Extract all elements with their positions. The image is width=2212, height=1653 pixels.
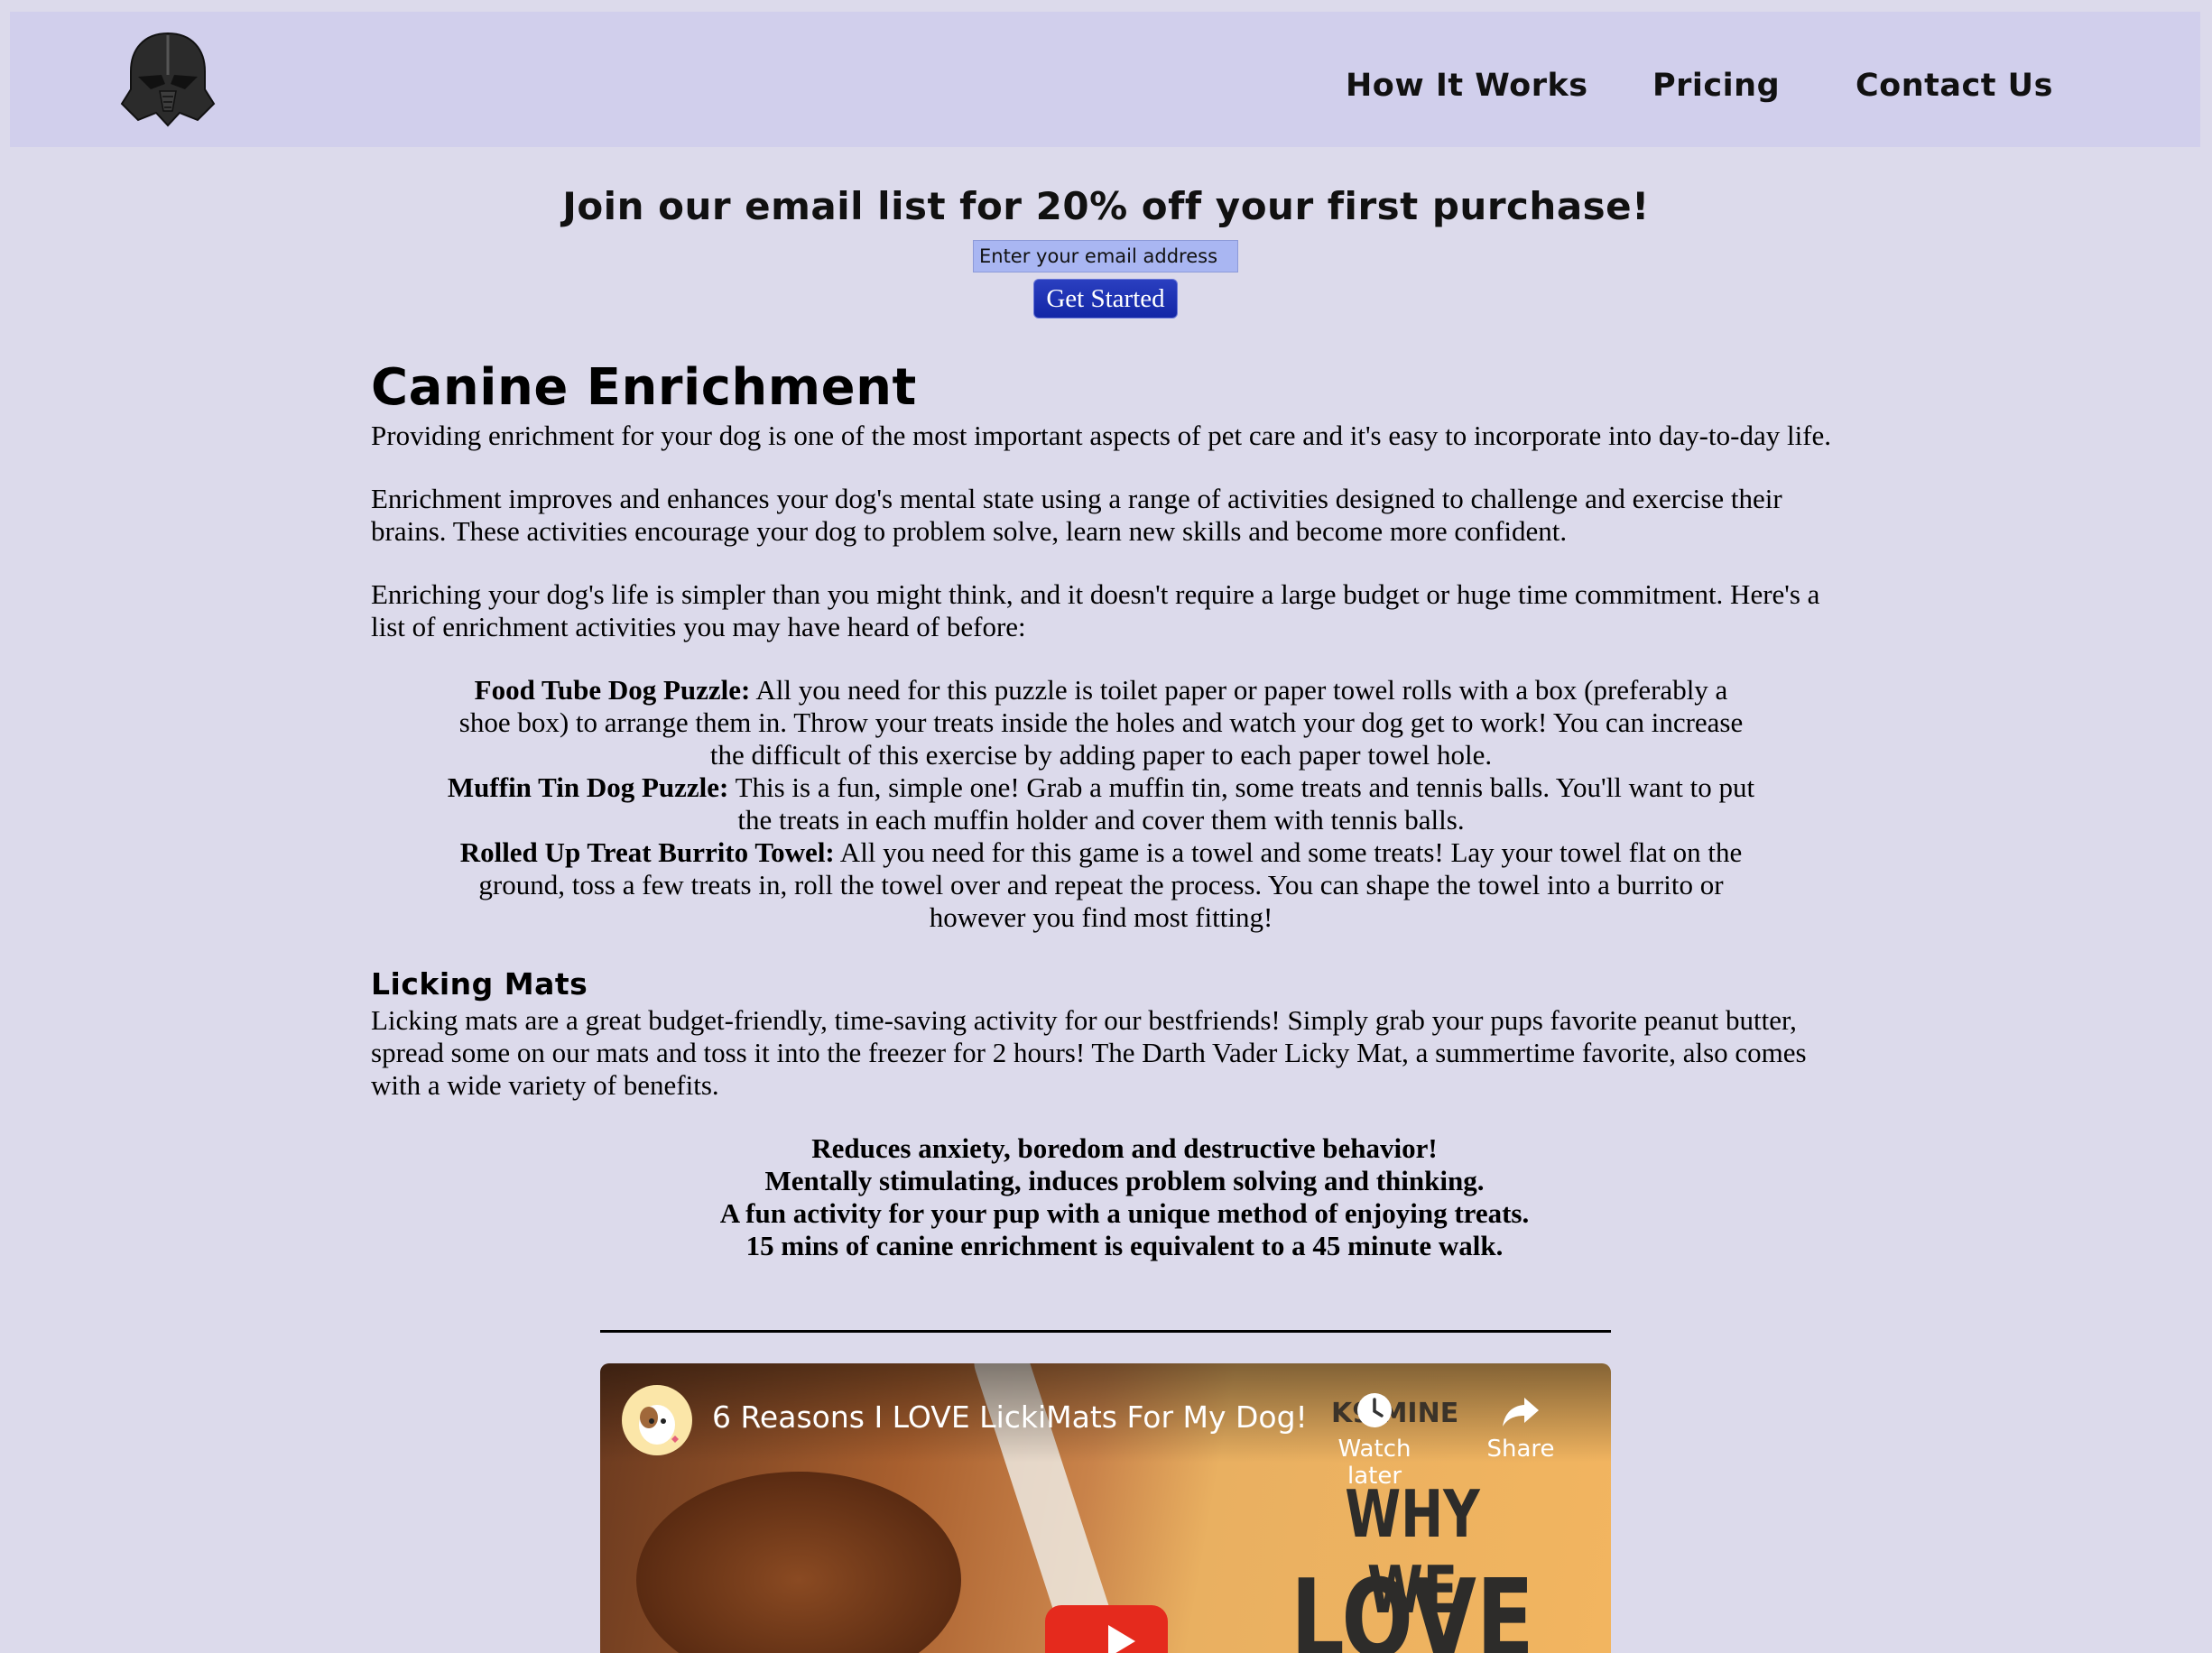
nav-contact-us[interactable]: Contact Us bbox=[1856, 68, 2053, 104]
share-icon bbox=[1503, 1398, 1539, 1427]
divider bbox=[600, 1330, 1611, 1333]
email-input[interactable] bbox=[973, 240, 1238, 272]
share-label: Share bbox=[1486, 1436, 1555, 1463]
activity-list: Food Tube Dog Puzzle: All you need for t… bbox=[371, 674, 1842, 934]
activity-text: This is a fun, simple one! Grab a muffin… bbox=[728, 771, 1755, 836]
intro-paragraph-3: Enriching your dog's life is simpler tha… bbox=[371, 578, 1820, 642]
list-item: Muffin Tin Dog Puzzle: This is a fun, si… bbox=[371, 771, 1842, 836]
list-item: Reduces anxiety, boredom and destructive… bbox=[811, 1132, 1438, 1164]
play-button[interactable] bbox=[1045, 1605, 1168, 1653]
activity-name: Rolled Up Treat Burrito Towel: bbox=[459, 836, 835, 868]
intro-paragraph-2: Enrichment improves and enhances your do… bbox=[371, 483, 1782, 547]
watch-later-button[interactable]: Watch later bbox=[1320, 1390, 1429, 1490]
video-thumbnail-dog bbox=[636, 1472, 961, 1653]
list-item: Rolled Up Treat Burrito Towel: All you n… bbox=[371, 836, 1842, 934]
section-heading-licking-mats: Licking Mats bbox=[371, 966, 588, 1002]
clock-icon bbox=[1357, 1393, 1392, 1427]
site-header: How It Works Pricing Contact Us bbox=[10, 12, 2200, 147]
list-item: Food Tube Dog Puzzle: All you need for t… bbox=[371, 674, 1842, 771]
nav-how-it-works[interactable]: How It Works bbox=[1346, 68, 1588, 104]
intro-paragraph-1: Providing enrichment for your dog is one… bbox=[371, 420, 1832, 451]
video-embed[interactable]: 6 Reasons I LOVE LickiMats For My Dog! K… bbox=[600, 1363, 1611, 1653]
activity-name: Food Tube Dog Puzzle: bbox=[474, 674, 751, 706]
page-title: Canine Enrichment bbox=[371, 358, 917, 417]
get-started-button[interactable]: Get Started bbox=[1033, 279, 1178, 319]
thumbnail-text-line2: LOVE bbox=[1291, 1557, 1534, 1653]
list-item: A fun activity for your pup with a uniqu… bbox=[719, 1197, 1530, 1229]
main-content: Canine Enrichment Providing enrichment f… bbox=[371, 356, 1842, 1262]
activity-name: Muffin Tin Dog Puzzle: bbox=[447, 771, 729, 803]
benefits-list: Reduces anxiety, boredom and destructive… bbox=[371, 1132, 1842, 1262]
list-item: 15 mins of canine enrichment is equivale… bbox=[745, 1230, 1504, 1261]
nav-pricing[interactable]: Pricing bbox=[1652, 68, 1780, 104]
video-title[interactable]: 6 Reasons I LOVE LickiMats For My Dog! bbox=[712, 1399, 1308, 1435]
play-icon bbox=[1108, 1625, 1135, 1653]
darth-vader-helmet-icon[interactable] bbox=[118, 30, 236, 147]
list-item: Mentally stimulating, induces problem so… bbox=[764, 1165, 1485, 1196]
signup-heading: Join our email list for 20% off your fir… bbox=[562, 184, 1650, 228]
licking-paragraph: Licking mats are a great budget-friendly… bbox=[371, 1004, 1807, 1101]
share-button[interactable]: Share bbox=[1476, 1390, 1566, 1463]
channel-avatar[interactable] bbox=[622, 1385, 692, 1455]
